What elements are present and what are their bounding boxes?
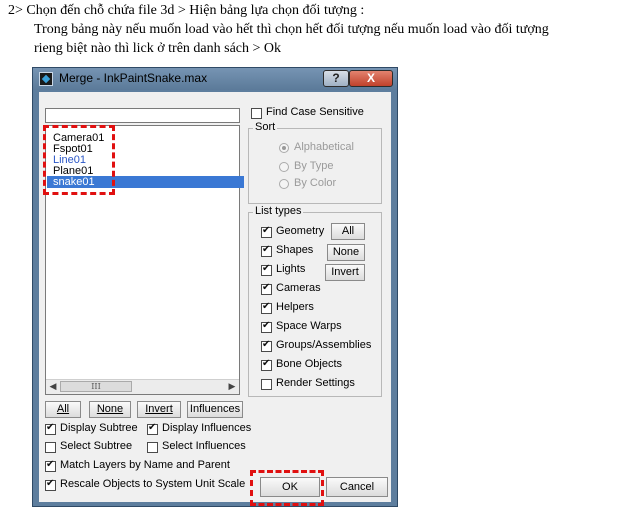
display-influences-label: Display Influences bbox=[162, 422, 252, 434]
type-render-settings-checkbox[interactable] bbox=[261, 379, 272, 390]
type-helpers-checkbox[interactable] bbox=[261, 301, 272, 314]
type-space-warps-label: Space Warps bbox=[276, 320, 342, 332]
select-subtree-label: Select Subtree bbox=[60, 440, 133, 452]
type-lights-label: Lights bbox=[276, 263, 306, 275]
type-cameras-checkbox[interactable] bbox=[261, 282, 272, 295]
type-render-settings-label: Render Settings bbox=[276, 377, 355, 389]
select-influences-checkbox[interactable] bbox=[147, 442, 158, 453]
display-influences-checkbox[interactable] bbox=[147, 422, 158, 435]
list-types-group-title: List types bbox=[253, 205, 304, 217]
sort-group: Sort Alphabetical By Type By Color bbox=[248, 121, 382, 204]
name-filter-input[interactable] bbox=[45, 108, 240, 123]
select-influences-label: Select Influences bbox=[162, 440, 246, 452]
type-bone-objects-label: Bone Objects bbox=[276, 358, 343, 370]
sort-by-color-radio[interactable] bbox=[279, 179, 289, 189]
scroll-left-arrow-icon[interactable]: ◀ bbox=[47, 381, 59, 393]
sort-by-type-radio[interactable] bbox=[279, 162, 289, 172]
sort-group-title: Sort bbox=[253, 121, 278, 133]
type-lights-checkbox[interactable] bbox=[261, 263, 272, 276]
window-title: Merge - InkPaintSnake.max bbox=[59, 71, 208, 85]
instruction-line-2: Trong bảng này nếu muốn load vào hết thì… bbox=[34, 22, 549, 37]
find-case-sensitive-label: Find Case Sensitive bbox=[266, 106, 364, 118]
select-invert-button[interactable]: Invert bbox=[137, 401, 181, 418]
scroll-right-arrow-icon[interactable]: ▶ bbox=[226, 381, 238, 393]
match-layers-checkbox[interactable] bbox=[45, 459, 56, 472]
influences-button[interactable]: Influences bbox=[187, 401, 243, 418]
sort-by-type-label: By Type bbox=[294, 160, 334, 172]
help-button[interactable]: ? bbox=[323, 70, 349, 87]
type-shapes-label: Shapes bbox=[276, 244, 314, 256]
sort-alphabetical-label: Alphabetical bbox=[294, 141, 354, 153]
horizontal-scrollbar[interactable]: ◀ III ▶ bbox=[46, 379, 239, 394]
type-cameras-label: Cameras bbox=[276, 282, 321, 294]
ok-highlight-box bbox=[250, 470, 324, 506]
3dsmax-app-icon bbox=[39, 72, 53, 86]
type-bone-objects-checkbox[interactable] bbox=[261, 358, 272, 371]
type-shapes-checkbox[interactable] bbox=[261, 244, 272, 257]
scroll-thumb[interactable]: III bbox=[60, 381, 132, 392]
type-space-warps-checkbox[interactable] bbox=[261, 320, 272, 333]
type-groups-assemblies-checkbox[interactable] bbox=[261, 339, 272, 352]
select-all-button[interactable]: All bbox=[45, 401, 81, 418]
match-layers-label: Match Layers by Name and Parent bbox=[60, 459, 230, 471]
type-helpers-label: Helpers bbox=[276, 301, 314, 313]
rescale-objects-label: Rescale Objects to System Unit Scale bbox=[60, 478, 246, 490]
objects-highlight-box bbox=[43, 125, 115, 195]
close-button[interactable]: X bbox=[349, 70, 393, 87]
display-subtree-checkbox[interactable] bbox=[45, 422, 56, 435]
types-none-button[interactable]: None bbox=[327, 244, 365, 261]
cancel-button[interactable]: Cancel bbox=[326, 477, 388, 497]
sort-by-color-label: By Color bbox=[294, 177, 337, 189]
type-geometry-checkbox[interactable] bbox=[261, 225, 272, 238]
instruction-line-3: rieng biệt nào thì lick ở trên danh sách… bbox=[34, 41, 282, 56]
title-bar[interactable]: Merge - InkPaintSnake.max ? X bbox=[33, 68, 397, 90]
select-none-button[interactable]: None bbox=[89, 401, 131, 418]
select-subtree-checkbox[interactable] bbox=[45, 442, 56, 453]
types-invert-button[interactable]: Invert bbox=[325, 264, 365, 281]
display-subtree-label: Display Subtree bbox=[60, 422, 138, 434]
type-groups-assemblies-label: Groups/Assemblies bbox=[276, 339, 372, 351]
list-types-group: List types Geometry Shapes Lights Camera… bbox=[248, 205, 382, 397]
instruction-line-1: 2> Chọn đến chỗ chứa file 3d > Hiện bảng… bbox=[8, 3, 365, 18]
type-geometry-label: Geometry bbox=[276, 225, 325, 237]
sort-alphabetical-radio[interactable] bbox=[279, 143, 289, 153]
types-all-button[interactable]: All bbox=[331, 223, 365, 240]
rescale-objects-checkbox[interactable] bbox=[45, 478, 56, 491]
find-case-sensitive-checkbox[interactable] bbox=[251, 108, 262, 119]
